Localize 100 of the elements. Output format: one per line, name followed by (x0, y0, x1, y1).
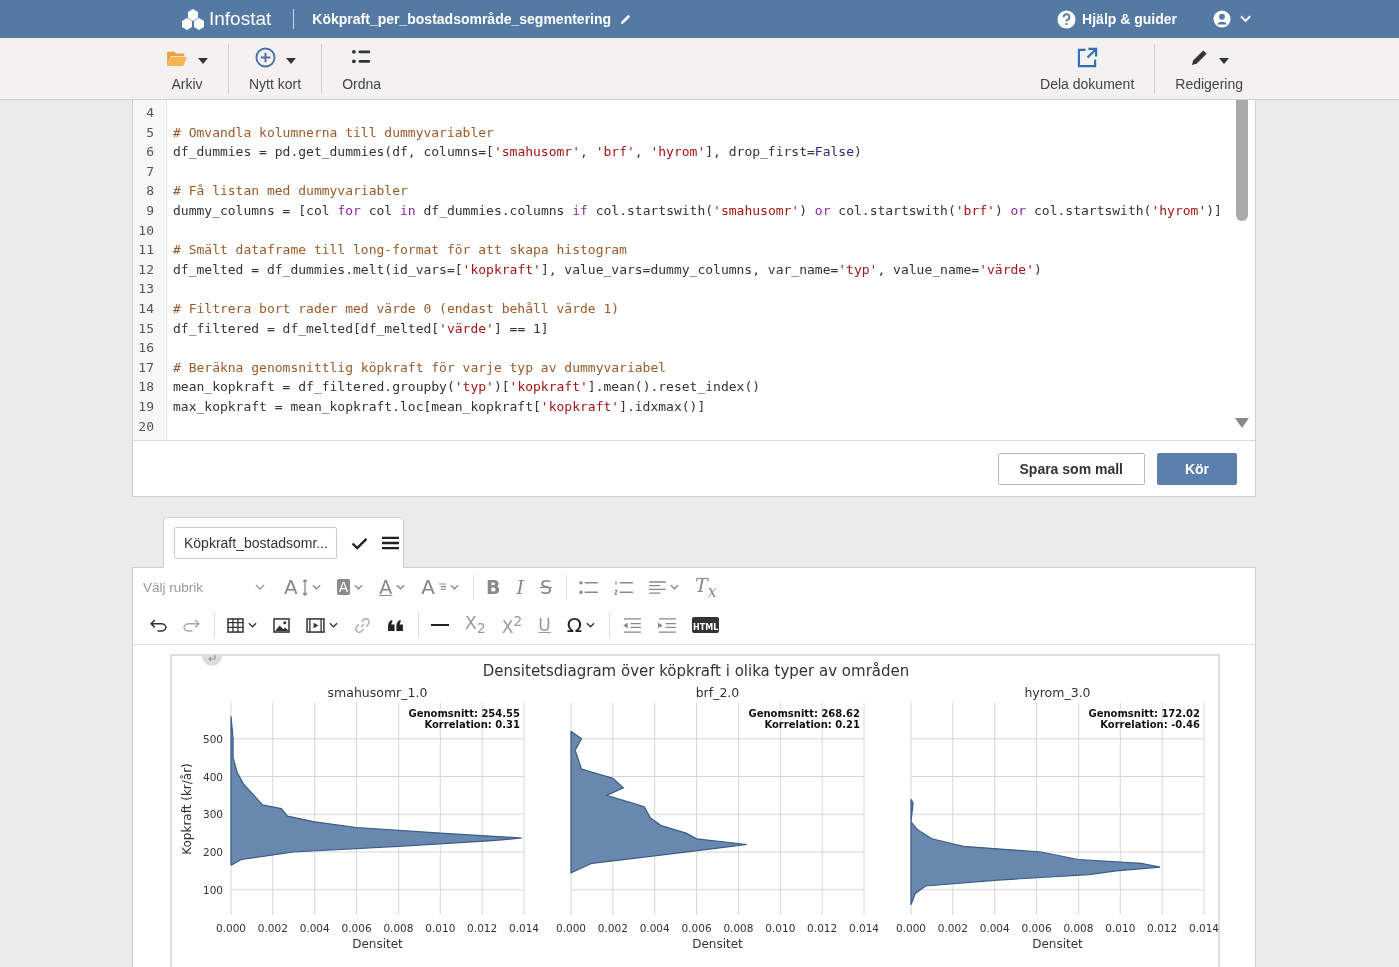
special-character-button[interactable]: Ω (559, 611, 603, 639)
line-number: 14 (137, 300, 155, 318)
tick-label: 0.012 (1147, 922, 1178, 934)
share-icon (1076, 47, 1098, 68)
code-line: df_filtered = df_melted[df_melted['värde'] == 1] (173, 320, 549, 336)
chevron-down-icon (354, 584, 364, 590)
italic-button[interactable]: I (509, 573, 531, 601)
subplot-title: hyrom_3.0 (1024, 685, 1091, 700)
line-number: 16 (137, 340, 155, 358)
tick-label: 300 (202, 808, 223, 821)
save-template-button[interactable]: Spara som mall (997, 452, 1145, 485)
check-icon[interactable] (351, 536, 368, 550)
numbered-list-icon (614, 579, 633, 595)
font-size-button[interactable]: A (277, 573, 328, 601)
editing-button[interactable]: Redigering (1169, 45, 1249, 92)
add-circle-icon (254, 47, 276, 68)
axis-label: Densitet (1032, 937, 1083, 951)
film-play-icon (306, 617, 325, 633)
arrange-button[interactable]: Ordna (336, 45, 388, 92)
archive-button[interactable]: Arkiv (160, 45, 214, 92)
line-number: 15 (137, 320, 155, 338)
chart-title: Densitetsdiagram över köpkraft i olika typer av områden (481, 662, 911, 682)
line-number: 18 (137, 379, 155, 397)
code-line: # Smält dataframe till long-format för att skapa histogram (173, 242, 627, 258)
help-icon (1057, 9, 1077, 29)
tick-label: 0.012 (807, 922, 838, 934)
axis-label: Densitet (692, 937, 743, 951)
text-height-icon (301, 578, 308, 596)
image-icon (273, 617, 290, 633)
tick-label: 0.004 (299, 922, 330, 934)
tick-label: 200 (202, 846, 223, 858)
tick-label: 0.006 (341, 922, 372, 934)
cubes-icon (180, 8, 206, 30)
pencil-icon[interactable] (619, 12, 633, 26)
help-button[interactable]: Hjälp & guider (1057, 9, 1177, 29)
tick-label: 500 (202, 732, 223, 745)
app-logo[interactable]: Infostat (180, 8, 272, 30)
menu-icon[interactable] (382, 536, 399, 550)
bullet-list-icon (579, 579, 598, 595)
tick-label: 0.006 (1021, 922, 1052, 934)
line-number: 19 (137, 398, 155, 416)
user-menu-button[interactable] (1213, 10, 1251, 28)
code-line: # Beräkna genomsnittlig köpkraft för varje typ av dummyvariabel (173, 359, 667, 375)
line-number: 7 (145, 163, 155, 181)
tick-label: 0.014 (508, 922, 540, 934)
tick-label: 0.010 (1105, 922, 1136, 934)
line-number: 9 (145, 202, 155, 220)
tick-label: 0.000 (895, 922, 927, 934)
indent-icon (657, 617, 677, 633)
tick-label: 0.008 (383, 922, 414, 934)
heading-select[interactable]: Välj rubrik (143, 579, 265, 595)
subscript-button[interactable]: X$_{2}$ (458, 611, 493, 639)
stat-annotation: Genomsnitt: 254.55 (408, 708, 520, 719)
scroll-down-arrow-icon[interactable] (1235, 418, 1249, 428)
code-line: dummy_columns = [col for col in df_dummies.columns if col.startswith('smahusomr') or col.startswith('brf') or col.startswith('hyrom')] (173, 202, 1222, 218)
share-button[interactable]: Dela dokument (1034, 45, 1141, 92)
stat-annotation: Korrelation: 0.31 (424, 719, 520, 730)
outdent-icon (622, 617, 642, 633)
card-name-field[interactable]: Köpkraft_bostadsomr... (174, 527, 337, 559)
superscript-button[interactable]: X$^{2}$ (494, 611, 530, 639)
lines-icon (438, 582, 446, 592)
stat-annotation: Korrelation: 0.21 (764, 719, 860, 730)
tick-label: 0.002 (937, 922, 968, 934)
code-line: df_melted = df_dummies.melt(id_vars=['kopkraft'], value_vars=dummy_columns, var_name='typ', value_name='värde') (173, 261, 1042, 277)
scrollbar-thumb[interactable] (1236, 100, 1248, 221)
quote-icon (387, 618, 404, 632)
tick-label: 0.010 (765, 922, 796, 934)
horizontal-line-icon (431, 623, 449, 627)
bold-button[interactable]: B (478, 573, 508, 601)
chevron-down-icon (1240, 15, 1251, 23)
return-icon[interactable] (202, 654, 222, 666)
tick-label: 0.008 (1063, 922, 1094, 934)
underline-button[interactable]: U (531, 611, 558, 639)
clear-format-button[interactable]: T$_{x}$ (688, 573, 724, 601)
font-color-button[interactable]: A (372, 573, 413, 601)
code-line: # Få listan med dummyvariabler (173, 183, 408, 199)
strikethrough-button[interactable]: S (532, 573, 559, 601)
align-left-icon (649, 580, 666, 594)
line-number: 13 (137, 281, 155, 299)
tick-label: 0.012 (467, 922, 498, 934)
code-line: mean_kopkraft = df_filtered.groupby('typ')['kopkraft'].mean().reset_index() (173, 379, 761, 395)
chevron-down-icon (311, 584, 321, 590)
highlight-button[interactable]: A (329, 573, 371, 601)
tick-label: 0.004 (979, 922, 1010, 934)
subplot-title: smahusomr_1.0 (327, 685, 428, 700)
tick-label: 100 (202, 883, 223, 896)
tick-label: 0.000 (555, 922, 587, 934)
line-number: 11 (137, 242, 155, 260)
run-button[interactable]: Kör (1157, 452, 1237, 485)
line-height-button[interactable]: A (414, 573, 466, 601)
chevron-down-icon (586, 622, 596, 628)
tick-label: 0.002 (597, 922, 628, 934)
code-line: max_kopkraft = mean_kopkraft.loc[mean_kopkraft['kopkraft'].idxmax()] (173, 398, 706, 414)
tick-label: 0.000 (215, 922, 247, 934)
line-number: 4 (145, 105, 155, 122)
stat-annotation: Genomsnitt: 172.02 (1088, 708, 1200, 719)
redo-icon (183, 618, 200, 632)
html-button[interactable]: HTML (685, 611, 727, 639)
code-line: df_dummies = pd.get_dummies(df, columns=['smahusomr', 'brf', 'hyrom'], drop_first=False) (173, 144, 862, 160)
new-card-button[interactable]: Nytt kort (243, 45, 308, 92)
